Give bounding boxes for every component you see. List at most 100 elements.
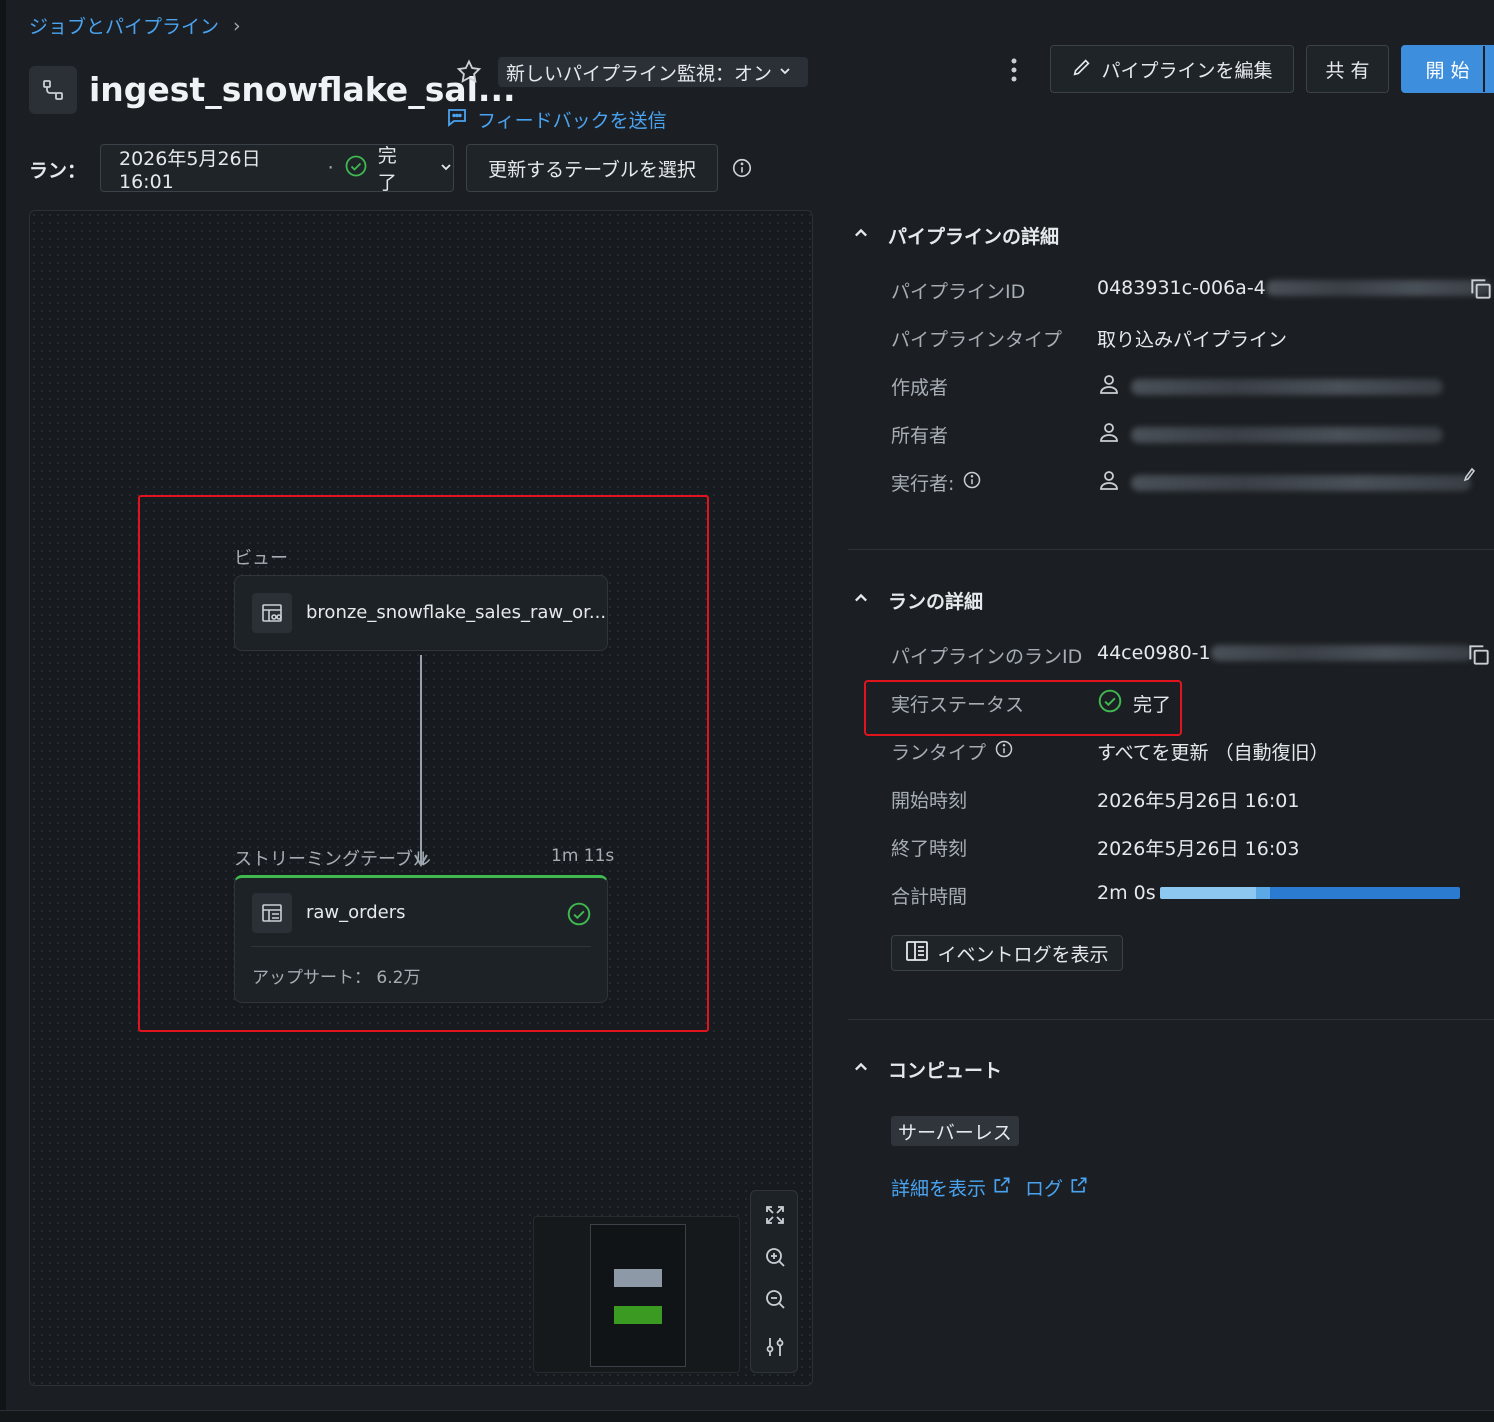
end-time-value: 2026年5月26日 16:03 [1097, 838, 1300, 860]
status-highlight-box [864, 680, 1182, 736]
feedback-link[interactable]: フィードバックを送信 [445, 105, 667, 134]
run-as-label: 実行者: [891, 473, 955, 495]
pipeline-type-label: パイプラインタイプ [891, 329, 1063, 351]
log-link-label: ログ [1025, 1178, 1064, 1200]
event-log-button[interactable]: イベントログを表示 [891, 935, 1123, 971]
page-title: ingest_snowflake_sal... [89, 70, 516, 109]
external-link-icon [992, 1175, 1012, 1200]
breadcrumb-jobs-link[interactable]: ジョブとパイプライン [29, 12, 219, 39]
run-details-header[interactable]: ランの詳細 [852, 587, 983, 614]
breadcrumb-separator: › [233, 14, 241, 37]
redacted-text [1131, 426, 1443, 443]
redacted-text [1131, 378, 1443, 395]
pipeline-icon [29, 66, 77, 114]
duration-timeline-bar[interactable] [1160, 887, 1460, 899]
chevron-down-icon [439, 157, 453, 179]
monitor-toggle-label: 新しいパイプライン監視：オン [506, 62, 773, 85]
graph-edge-arrow [414, 655, 428, 867]
creator-value [1097, 372, 1443, 401]
layout-settings-icon[interactable] [751, 1327, 799, 1367]
start-time-label: 開始時刻 [891, 790, 968, 812]
share-button[interactable]: 共 有 [1306, 45, 1389, 93]
zoom-out-icon[interactable] [751, 1279, 799, 1319]
streaming-section-label: ストリーミングテーブル [234, 849, 431, 870]
fit-view-icon[interactable] [751, 1195, 799, 1235]
info-icon[interactable] [731, 157, 753, 179]
info-icon[interactable] [962, 470, 982, 495]
view-section-label: ビュー [234, 548, 288, 569]
streaming-duration: 1m 11s [551, 846, 615, 866]
star-icon[interactable] [455, 58, 483, 86]
monitor-toggle-dropdown[interactable]: 新しいパイプライン監視：オン [498, 57, 808, 87]
run-as-value [1097, 468, 1471, 497]
redacted-text [1265, 280, 1491, 296]
view-table-icon [252, 593, 292, 633]
compute-title: コンピュート [888, 1060, 1003, 1082]
pipeline-type-value: 取り込みパイプライン [1097, 329, 1288, 351]
edit-pipeline-button[interactable]: パイプラインを編集 [1050, 45, 1294, 93]
start-button[interactable]: 開 始 [1401, 45, 1494, 93]
end-time-label: 終了時刻 [891, 838, 968, 860]
kebab-menu-icon[interactable] [1002, 54, 1026, 86]
pipeline-id-value: 0483931c-006a-4 [1097, 277, 1491, 299]
chevron-up-icon [852, 589, 870, 612]
start-button-label: 開 始 [1425, 59, 1470, 82]
details-link-label: 詳細を表示 [891, 1178, 987, 1200]
feedback-link-label: フィードバックを送信 [477, 110, 667, 132]
pipeline-details-header[interactable]: パイプラインの詳細 [852, 222, 1059, 249]
log-link[interactable]: ログ [1025, 1174, 1089, 1201]
minimap-view-node [614, 1269, 662, 1287]
event-log-label: イベントログを表示 [937, 943, 1109, 966]
timeline-segment-run [1270, 887, 1460, 899]
zoom-in-icon[interactable] [751, 1237, 799, 1277]
chat-bubble-icon [445, 105, 469, 134]
bottom-scroll-strip [0, 1410, 1494, 1422]
check-circle-icon [566, 901, 592, 932]
creator-label: 作成者 [891, 377, 949, 399]
table-node[interactable]: raw_orders アップサート： 6.2万 [234, 875, 608, 1003]
run-status: 完了 [377, 145, 397, 194]
panel-icon [905, 940, 929, 967]
run-as-label-group: 実行者: [891, 469, 982, 496]
timeline-segment-init [1256, 887, 1270, 899]
left-edge [0, 0, 6, 1422]
edit-pencil-icon[interactable] [1462, 466, 1476, 489]
run-type-label-group: ランタイプ [891, 738, 1014, 765]
start-button-split-divider [1483, 46, 1485, 92]
pencil-icon [1071, 56, 1093, 83]
compute-header[interactable]: コンピュート [852, 1056, 1002, 1083]
run-type-value: すべてを更新 （自動復旧） [1097, 742, 1329, 764]
run-label: ラン： [29, 160, 87, 182]
redacted-text [1210, 645, 1473, 661]
pipeline-id-text: 0483931c-006a-4 [1097, 277, 1266, 299]
streaming-table-icon [252, 893, 292, 933]
details-link[interactable]: 詳細を表示 [891, 1174, 1012, 1201]
copy-icon[interactable] [1466, 642, 1492, 668]
chevron-down-icon [778, 61, 792, 83]
chevron-up-icon [852, 224, 870, 247]
view-node-name: bronze_snowflake_sales_raw_or... [306, 602, 607, 623]
pipeline-id-label: パイプラインID [891, 281, 1026, 303]
minimap-viewport[interactable] [590, 1224, 686, 1367]
run-details-title: ランの詳細 [888, 591, 984, 613]
copy-icon[interactable] [1468, 276, 1494, 302]
info-icon[interactable] [994, 739, 1014, 764]
run-separator: · [327, 157, 334, 179]
graph-controls [750, 1190, 798, 1373]
check-circle-icon [344, 154, 368, 183]
run-id-text: 44ce0980-1 [1097, 642, 1211, 664]
select-tables-button[interactable]: 更新するテーブルを選択 [466, 144, 718, 192]
user-icon [1097, 420, 1121, 449]
total-time-label: 合計時間 [891, 886, 968, 908]
run-type-label: ランタイプ [891, 742, 987, 764]
minimap[interactable] [533, 1216, 740, 1373]
start-time-value: 2026年5月26日 16:01 [1097, 790, 1300, 812]
minimap-table-node [614, 1306, 662, 1324]
user-icon [1097, 372, 1121, 401]
section-divider [848, 1019, 1494, 1020]
run-selector-dropdown[interactable]: 2026年5月26日 16:01 · 完了 [100, 144, 454, 194]
view-node[interactable]: bronze_snowflake_sales_raw_or... [234, 575, 608, 651]
owner-value [1097, 420, 1443, 449]
run-time: 2026年5月26日 16:01 [119, 147, 261, 193]
total-time-value: 2m 0s [1097, 882, 1156, 904]
